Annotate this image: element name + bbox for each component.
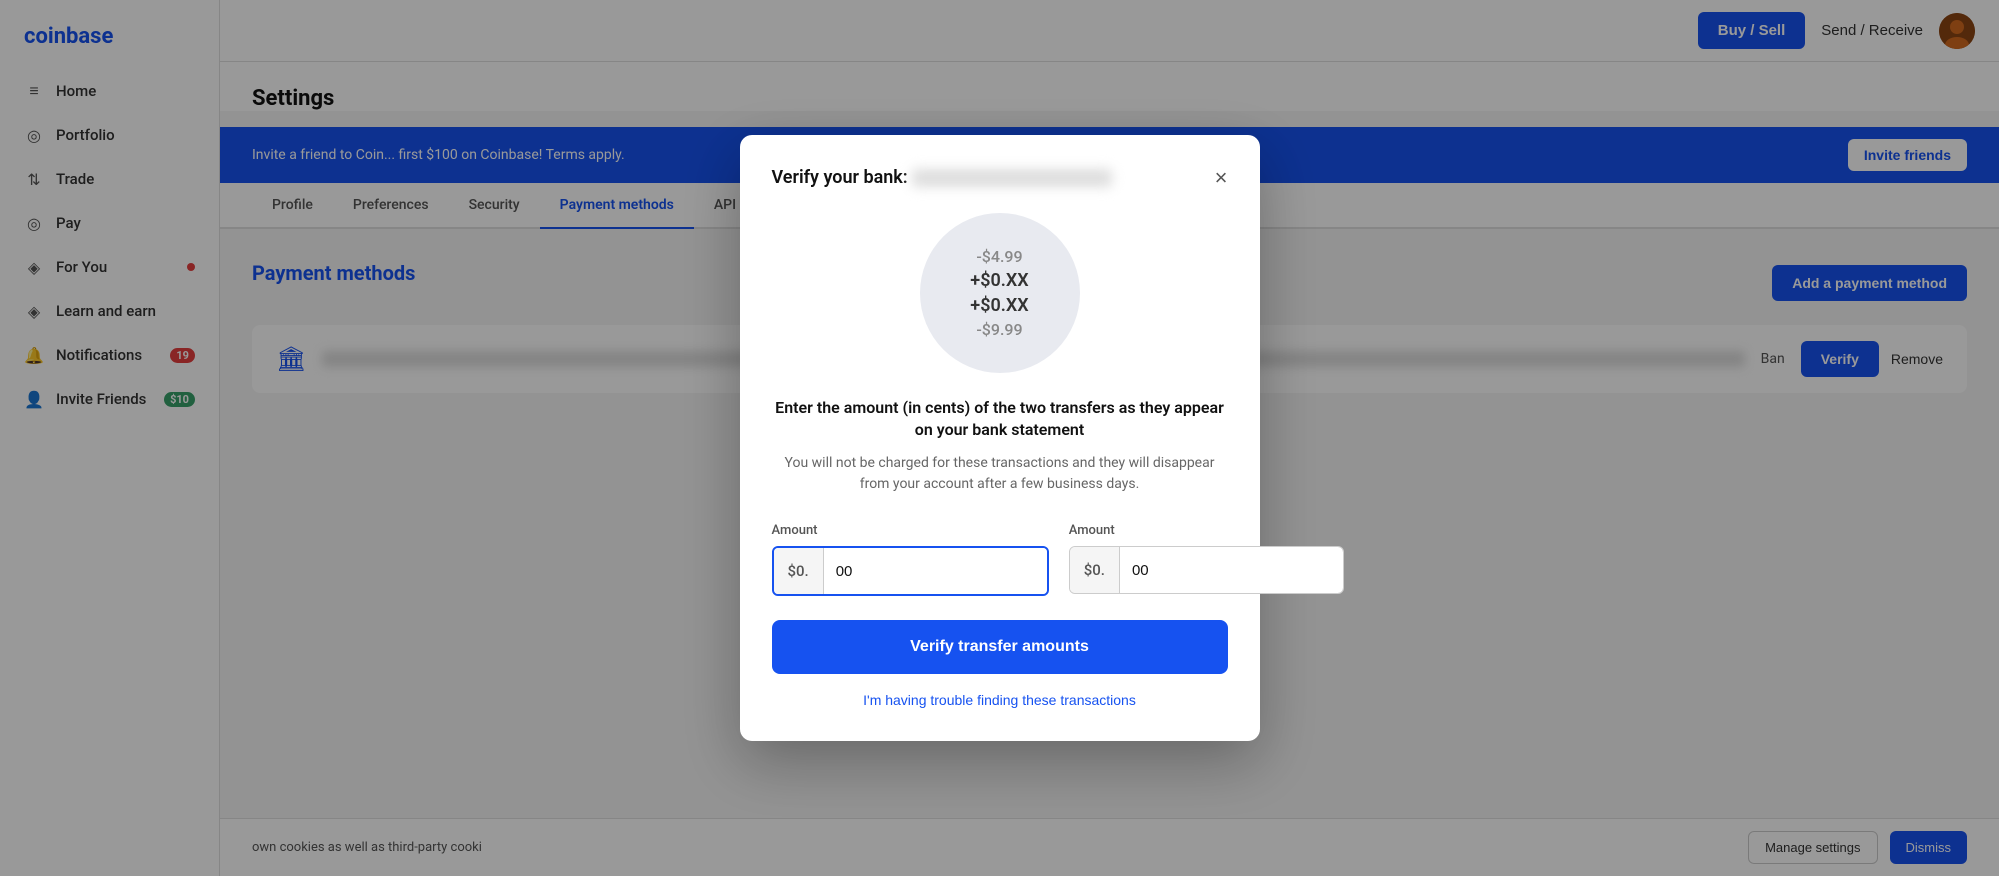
amount2-prefix: $0. [1070, 547, 1120, 593]
amount-inputs: Amount $0. Amount $0. [772, 523, 1228, 596]
amount1-prefix: $0. [774, 548, 824, 594]
amount-line-3: +$0.XX [970, 295, 1028, 316]
amount1-input-row: $0. [772, 546, 1049, 596]
amount-group-1: Amount $0. [772, 523, 1049, 596]
amount-line-1: -$4.99 [976, 247, 1022, 266]
modal-overlay: Verify your bank: × -$4.99 +$0.XX +$0.XX… [0, 0, 1999, 876]
amounts-circle: -$4.99 +$0.XX +$0.XX -$9.99 [920, 213, 1080, 373]
modal-header: Verify your bank: × [772, 167, 1228, 189]
modal-description: Enter the amount (in cents) of the two t… [772, 397, 1228, 442]
modal-title: Verify your bank: [772, 167, 1113, 188]
amount1-input[interactable] [824, 548, 1047, 594]
amount2-input-row: $0. [1069, 546, 1344, 594]
verify-transfer-button[interactable]: Verify transfer amounts [772, 620, 1228, 674]
amount-group-2: Amount $0. [1069, 523, 1344, 596]
modal-close-button[interactable]: × [1215, 167, 1228, 189]
amount-line-4: -$9.99 [976, 320, 1022, 339]
amount2-label: Amount [1069, 523, 1344, 538]
verify-bank-modal: Verify your bank: × -$4.99 +$0.XX +$0.XX… [740, 135, 1260, 742]
trouble-link[interactable]: I'm having trouble finding these transac… [772, 692, 1228, 708]
amount1-label: Amount [772, 523, 1049, 538]
modal-sub-description: You will not be charged for these transa… [772, 453, 1228, 495]
modal-bank-name-blurred [912, 169, 1112, 187]
amount2-input[interactable] [1120, 547, 1343, 593]
amount-line-2: +$0.XX [970, 270, 1028, 291]
